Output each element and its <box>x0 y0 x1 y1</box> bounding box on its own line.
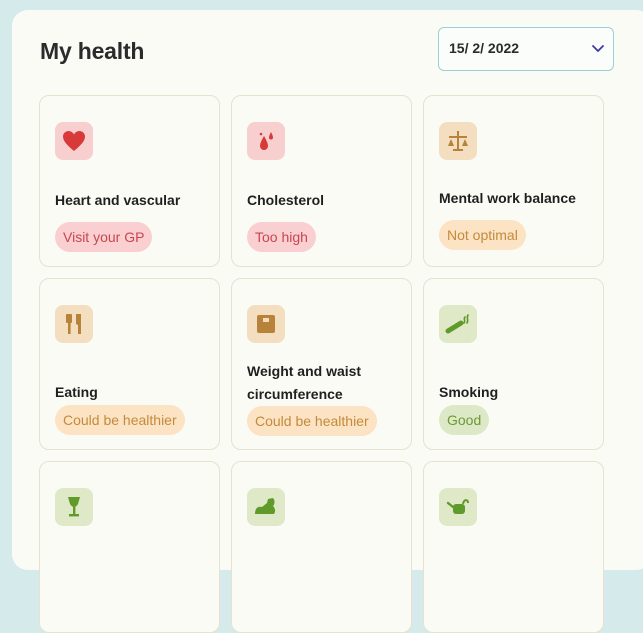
status-badge: Not optimal <box>439 220 526 250</box>
status-badge: Could be healthier <box>247 406 377 436</box>
heart-icon <box>55 122 93 160</box>
card-weight-and-waist[interactable]: Weight and waist circumference Could be … <box>231 278 412 450</box>
card-alcohol[interactable] <box>39 461 220 633</box>
card-title: Mental work balance <box>439 190 576 206</box>
chevron-down-icon <box>592 45 604 52</box>
card-title: Smoking <box>439 384 499 400</box>
card-title: Weight and waist circumference <box>247 363 362 402</box>
watering-can-icon <box>439 488 477 526</box>
date-select[interactable]: 15/ 2/ 2022 <box>438 27 614 71</box>
status-badge: Could be healthier <box>55 405 185 435</box>
wine-glass-icon <box>55 488 93 526</box>
card-title: Cholesterol <box>247 192 325 208</box>
status-badge: Good <box>439 405 490 435</box>
card-gardening[interactable] <box>423 461 604 633</box>
status-badge: Visit your GP <box>55 222 153 252</box>
cigarette-icon <box>439 305 477 343</box>
page-title: My health <box>40 38 145 64</box>
card-smoking[interactable]: Smoking Good <box>423 278 604 450</box>
card-exercise[interactable] <box>231 461 412 633</box>
balance-scale-icon <box>439 122 477 160</box>
card-heart-and-vascular[interactable]: Heart and vascular Visit your GP <box>39 95 220 267</box>
date-value: 15/ 2/ 2022 <box>449 40 520 56</box>
blood-drops-icon <box>247 122 285 160</box>
card-cholesterol[interactable]: Cholesterol Too high <box>231 95 412 267</box>
card-eating[interactable]: Eating Could be healthier <box>39 278 220 450</box>
fork-knife-icon <box>55 305 93 343</box>
card-title: Eating <box>55 384 98 400</box>
card-title: Heart and vascular <box>55 192 181 208</box>
flexed-arm-icon <box>247 488 285 526</box>
scale-icon <box>247 305 285 343</box>
card-mental-work-balance[interactable]: Mental work balance Not optimal <box>423 95 604 267</box>
status-badge: Too high <box>247 222 316 252</box>
my-health-panel: My health 15/ 2/ 2022 Heart and vascular… <box>12 10 643 633</box>
